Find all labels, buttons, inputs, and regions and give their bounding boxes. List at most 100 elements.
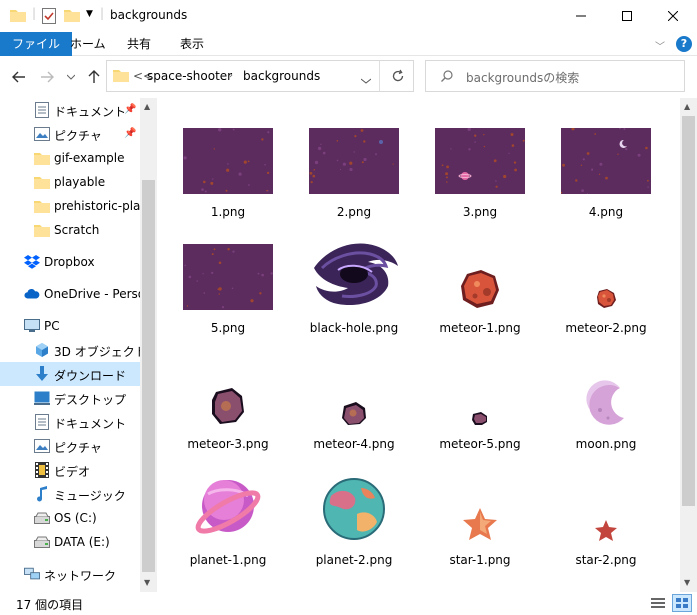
file-thumbnail (291, 454, 417, 546)
properties-icon[interactable] (42, 8, 56, 27)
arrow-left-icon (12, 71, 25, 83)
breadcrumb-backgrounds[interactable]: backgrounds (243, 69, 320, 83)
help-icon[interactable]: ? (676, 36, 692, 52)
nav-item[interactable]: playable (0, 170, 140, 194)
refresh-icon (392, 69, 404, 82)
file-item[interactable]: meteor-3.png (165, 338, 291, 454)
nav-item[interactable]: ドキュメント 📌 (0, 98, 140, 122)
large-icons-view-icon (676, 598, 688, 608)
scroll-down-icon[interactable]: ▼ (684, 578, 690, 587)
file-item[interactable]: meteor-5.png (417, 338, 543, 454)
nav-item[interactable]: ネットワーク (0, 562, 140, 586)
forward-button[interactable] (38, 68, 56, 86)
file-item[interactable]: 3.png (417, 106, 543, 222)
back-button[interactable] (10, 68, 28, 86)
content-scrollbar[interactable]: ▲ ▼ (680, 98, 697, 592)
nav-item[interactable]: OneDrive - Persor (0, 282, 140, 306)
file-item[interactable]: star-1.png (417, 454, 543, 570)
scroll-down-icon[interactable]: ▼ (144, 578, 150, 587)
maximize-button[interactable] (604, 0, 650, 32)
folder-icon (34, 174, 50, 190)
nav-item[interactable]: DATA (E:) (0, 530, 140, 554)
file-item[interactable]: meteor-2.png (543, 222, 669, 338)
nav-item[interactable]: ドキュメント (0, 410, 140, 434)
file-thumbnail (543, 106, 669, 198)
nav-item[interactable]: Scratch (0, 218, 140, 242)
tab-home[interactable]: ホーム (58, 32, 118, 56)
file-name: meteor-5.png (439, 437, 521, 451)
nav-item[interactable]: prehistoric-platf (0, 194, 140, 218)
file-name: meteor-3.png (187, 437, 269, 451)
file-item[interactable]: 1.png (165, 106, 291, 222)
details-view-button[interactable] (650, 596, 666, 613)
file-item[interactable]: 5.png (165, 222, 291, 338)
nav-item-label: ミュージック (54, 489, 126, 503)
address-history-button[interactable] (360, 73, 372, 87)
nav-item-label: 3D オブジェクト (54, 345, 140, 359)
expand-ribbon-icon[interactable]: ﹀ (655, 38, 665, 53)
nav-item-label: ピクチャ (54, 129, 102, 143)
file-item[interactable]: planet-2.png (291, 454, 417, 570)
scrollbar-thumb[interactable] (682, 116, 695, 506)
scrollbar-thumb[interactable] (142, 180, 155, 572)
file-item[interactable]: 4.png (543, 106, 669, 222)
file-item[interactable]: meteor-4.png (291, 338, 417, 454)
refresh-button[interactable] (391, 69, 405, 86)
file-item[interactable]: moon.png (543, 338, 669, 454)
file-thumbnail (165, 106, 291, 198)
nav-item[interactable]: PC (0, 314, 140, 338)
breadcrumb-separator-icon[interactable]: › (229, 70, 233, 81)
network-icon (24, 566, 40, 582)
breadcrumb-space-shooter[interactable]: space-shooter (147, 69, 232, 83)
nav-item[interactable]: ミュージック (0, 482, 140, 506)
new-folder-icon[interactable] (64, 8, 80, 25)
window-title: backgrounds (110, 8, 188, 22)
close-button[interactable] (650, 0, 696, 32)
minimize-button[interactable] (558, 0, 604, 32)
nav-item[interactable]: OS (C:) (0, 506, 140, 530)
file-name: black-hole.png (309, 321, 399, 335)
nav-item[interactable]: ダウンロード (0, 362, 140, 386)
file-item[interactable]: black-hole.png (291, 222, 417, 338)
large-icons-view-button[interactable] (672, 594, 692, 612)
file-thumbnail (543, 222, 669, 314)
file-grid: 1.png 2.png 3.png 4.png 5.png black-hole.png… (157, 98, 680, 592)
recent-locations-button[interactable] (64, 68, 78, 86)
search-box[interactable]: backgroundsの検索 (425, 60, 685, 92)
address-bar[interactable]: << space-shooter › backgrounds (106, 60, 414, 92)
pictures-icon (34, 126, 50, 142)
nav-item[interactable]: ピクチャ 📌 (0, 122, 140, 146)
nav-item[interactable]: ビデオ (0, 458, 140, 482)
tab-share[interactable]: 共有 (115, 32, 163, 56)
file-item[interactable]: meteor-1.png (417, 222, 543, 338)
3d-objects-icon (34, 342, 50, 358)
file-item[interactable]: star-2.png (543, 454, 669, 570)
nav-item-label: OS (C:) (54, 511, 97, 525)
nav-item[interactable]: Dropbox (0, 250, 140, 274)
file-thumbnail (165, 222, 291, 314)
tab-view[interactable]: 表示 (168, 32, 216, 56)
nav-item[interactable]: 3D オブジェクト (0, 338, 140, 362)
file-thumbnail (165, 454, 291, 546)
file-thumbnail (165, 338, 291, 430)
file-item[interactable]: planet-1.png (165, 454, 291, 570)
file-thumbnail (417, 222, 543, 314)
nav-item-label: ドキュメント (54, 105, 127, 119)
search-input[interactable]: backgroundsの検索 (466, 69, 579, 86)
customize-toolbar-icon[interactable]: ▼ (86, 9, 93, 19)
nav-item[interactable]: gif-example (0, 146, 140, 170)
up-button[interactable] (86, 68, 102, 86)
file-item[interactable]: 2.png (291, 106, 417, 222)
pin-icon: 📌 (124, 104, 137, 115)
nav-pane-scrollbar[interactable]: ▲ ▼ (140, 98, 157, 592)
file-name: meteor-4.png (313, 437, 395, 451)
folder-icon[interactable] (10, 8, 26, 25)
scroll-up-icon[interactable]: ▲ (684, 102, 690, 111)
nav-item[interactable]: デスクトップ (0, 386, 140, 410)
nav-item[interactable]: ピクチャ (0, 434, 140, 458)
details-view-icon (651, 598, 665, 608)
scroll-up-icon[interactable]: ▲ (144, 102, 150, 111)
arrow-up-icon (88, 70, 100, 83)
nav-item-label: PC (44, 319, 60, 333)
pictures-icon (34, 438, 50, 454)
